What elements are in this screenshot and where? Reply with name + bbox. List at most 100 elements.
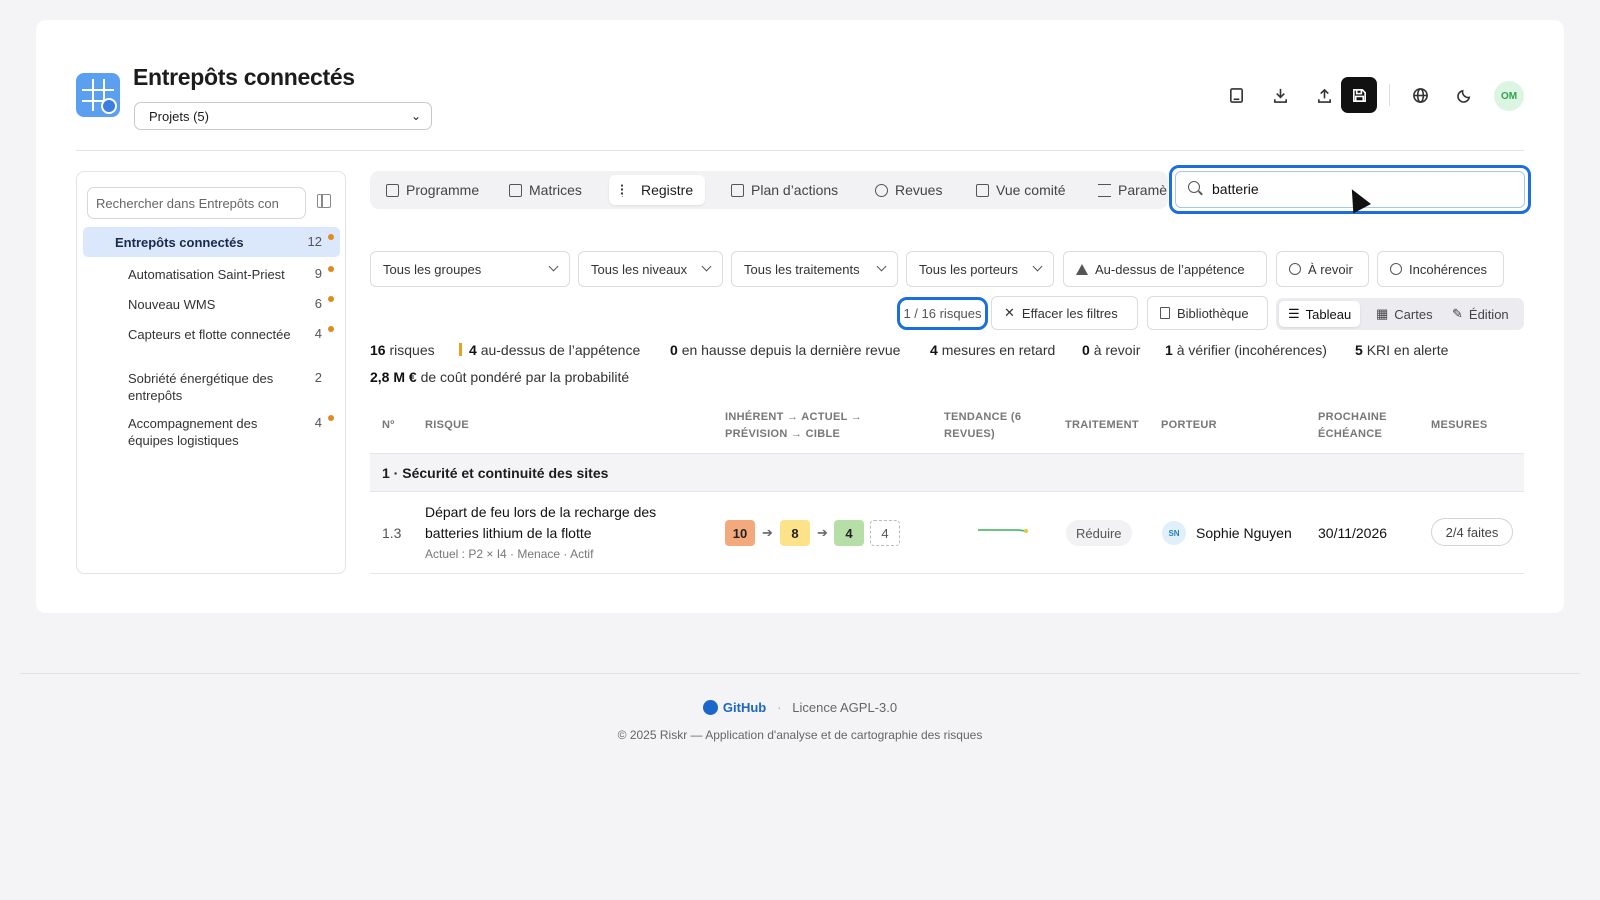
chevron-down-icon: ⌄ <box>410 109 421 123</box>
trend-sparkline <box>978 529 1028 533</box>
alert-dot-icon <box>328 415 334 421</box>
app-logo-icon <box>76 73 120 117</box>
tab-parametres[interactable]: Paramè <box>1086 175 1168 205</box>
tree-item-count: 6 <box>314 296 322 311</box>
view-edition[interactable]: ✎ Édition <box>1443 301 1518 327</box>
license-text: Licence AGPL-3.0 <box>792 700 898 715</box>
save-icon[interactable] <box>1341 77 1377 113</box>
stat-to-review: 0 à revoir <box>1082 342 1141 358</box>
tree-item-count: 12 <box>307 234 322 249</box>
arrow-right-icon: ➔ <box>762 525 773 540</box>
due-date: 30/11/2026 <box>1318 525 1388 541</box>
grid-icon <box>509 183 522 197</box>
tab-plan-actions[interactable]: Plan d’actions <box>719 175 850 205</box>
tree-item-count: 4 <box>314 326 322 341</box>
filter-porteurs[interactable]: Tous les porteurs <box>906 251 1054 287</box>
filter-label: Incohérences <box>1409 261 1488 277</box>
tree-item-count: 2 <box>314 370 322 385</box>
filter-traitements[interactable]: Tous les traitements <box>731 251 898 287</box>
risk-title[interactable]: Départ de feu lors de la recharge des ba… <box>425 502 700 544</box>
globe-icon[interactable] <box>1402 77 1438 113</box>
sidebar-search-input[interactable]: Rechercher dans Entrepôts con <box>87 187 306 219</box>
book-icon[interactable] <box>1218 77 1254 113</box>
project-select[interactable]: Projets (5) ⌄ <box>134 102 432 130</box>
view-tableau[interactable]: ☰ Tableau <box>1279 301 1361 327</box>
chevron-down-icon <box>1032 261 1043 272</box>
tab-label: Programme <box>406 182 480 198</box>
book-icon <box>1160 307 1170 319</box>
library-button[interactable]: Bibliothèque <box>1147 296 1268 330</box>
alert-dot-icon <box>328 266 334 272</box>
stat-kri: 5 KRI en alerte <box>1355 342 1449 358</box>
chevron-down-icon <box>701 261 712 272</box>
view-switcher: ☰ Tableau ▦ Cartes ✎ Édition <box>1276 298 1524 330</box>
project-select-value: Projets (5) <box>149 109 209 124</box>
treatment-badge: Réduire <box>1066 520 1132 546</box>
sidebar-collapse-icon[interactable] <box>317 194 331 208</box>
view-cartes[interactable]: ▦ Cartes <box>1367 301 1442 327</box>
tab-programme[interactable]: Programme <box>374 175 491 205</box>
stat-above-appetite[interactable]: 4 au-dessus de l’appétence <box>459 342 640 358</box>
page-title: Entrepôts connectés <box>133 64 355 90</box>
tree-root-item[interactable]: Entrepôts connectés 12 <box>83 227 340 257</box>
checkbox-icon <box>731 183 744 197</box>
filter-niveaux[interactable]: Tous les niveaux <box>578 251 723 287</box>
owner-avatar: SN <box>1162 521 1186 545</box>
tab-label: Registre <box>641 182 694 198</box>
clear-filters-button[interactable]: ✕ Effacer les filtres <box>991 296 1138 330</box>
tree-item[interactable]: Capteurs et flotte connectée 4 <box>83 319 340 359</box>
grid-icon: ▦ <box>1376 306 1389 321</box>
filter-groupes[interactable]: Tous les groupes <box>370 251 570 287</box>
header-divider <box>76 150 1524 151</box>
tab-revues[interactable]: Revues <box>863 175 954 205</box>
stat-late-measures: 4 mesures en retard <box>930 342 1056 358</box>
score-target: 4 <box>870 520 900 546</box>
col-owner[interactable]: Porteur <box>1161 417 1217 434</box>
col-treatment: Traitement <box>1065 419 1139 431</box>
filter-incoherences[interactable]: Incohérences <box>1377 251 1504 287</box>
col-trend: Tendance (6 revues) <box>944 411 1022 440</box>
stat-to-check: 1 à vérifier (incohérences) <box>1165 342 1327 358</box>
button-label: Bibliothèque <box>1177 305 1249 321</box>
footer-divider <box>20 673 1580 674</box>
footer-links: GitHub · Licence AGPL-3.0 <box>0 700 1600 715</box>
risk-group-header[interactable]: 1 · Sécurité et continuité des sites <box>370 453 1524 492</box>
filter-label: Au-dessus de l’appétence <box>1095 261 1245 277</box>
filter-appetence[interactable]: Au-dessus de l’appétence <box>1063 251 1267 287</box>
download-icon[interactable] <box>1262 77 1298 113</box>
tree-item[interactable]: Sobriété énergétique des entrepôts 2 <box>83 363 340 403</box>
filter-label: À revoir <box>1308 261 1353 277</box>
col-risk[interactable]: Risque <box>425 417 469 434</box>
view-label: Cartes <box>1394 306 1433 322</box>
tab-registre[interactable]: Registre <box>609 175 706 205</box>
tree-item[interactable]: Nouveau WMS 6 <box>83 289 340 317</box>
github-link[interactable]: GitHub <box>723 700 766 715</box>
user-avatar[interactable]: OM <box>1494 81 1524 111</box>
search-icon <box>1188 181 1200 193</box>
project-sidebar: Rechercher dans Entrepôts con Entrepôts … <box>76 171 346 574</box>
col-due[interactable]: Prochaine échéance <box>1318 409 1408 443</box>
tab-vue-comite[interactable]: Vue comité <box>964 175 1078 205</box>
arrow-right-icon: ➔ <box>817 525 828 540</box>
tree-item-label: Capteurs et flotte connectée <box>128 327 291 342</box>
score-inherent: 10 <box>725 520 755 546</box>
filter-label: Tous les traitements <box>744 261 860 277</box>
upload-icon[interactable] <box>1306 77 1342 113</box>
score-current: 8 <box>780 520 810 546</box>
col-levels: Inhérent → Actuel → Prévision → Cible <box>725 411 863 440</box>
measures-badge[interactable]: 2/4 faites <box>1431 518 1513 546</box>
tree-item[interactable]: Accompagnement des équipes logistiques 4 <box>83 408 340 448</box>
filter-a-revoir[interactable]: À revoir <box>1276 251 1369 287</box>
stat-rising: 0 en hausse depuis la dernière revue <box>670 342 901 358</box>
alert-dot-icon <box>328 326 334 332</box>
moon-icon[interactable] <box>1446 77 1482 113</box>
view-label: Édition <box>1468 306 1509 322</box>
tree-item[interactable]: Automatisation Saint-Priest 9 <box>83 259 340 287</box>
chevron-down-icon <box>876 261 887 272</box>
toolbar-divider <box>1389 84 1390 106</box>
tab-matrices[interactable]: Matrices <box>497 175 594 205</box>
copyright-text: © 2025 Riskr — Application d'analyse et … <box>617 728 983 742</box>
tab-label: Paramè <box>1118 182 1168 198</box>
risk-subtitle: Actuel : P2 × I4 · Menace · Actif <box>425 547 594 561</box>
row-divider <box>370 573 1524 574</box>
